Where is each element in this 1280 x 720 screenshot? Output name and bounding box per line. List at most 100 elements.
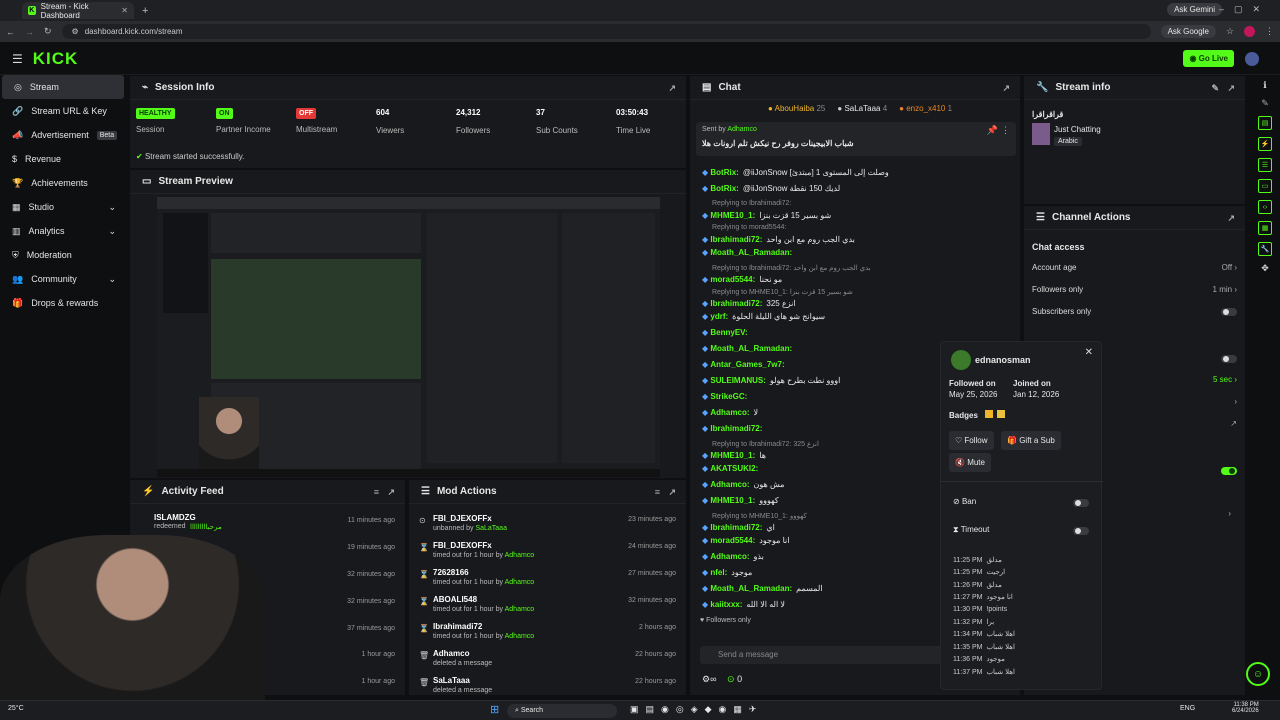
go-live-button[interactable]: ◉ Go Live — [1183, 50, 1234, 67]
timeout-toggle[interactable] — [1073, 526, 1089, 535]
kick-logo[interactable]: KICK — [33, 49, 79, 69]
chat-username[interactable]: MHME10_1: — [710, 496, 755, 505]
chat-username[interactable]: SULEIMANUS: — [710, 376, 766, 385]
pinned-user[interactable]: Adhamco — [727, 126, 757, 133]
sidebar-item-analytics[interactable]: ▥ Analytics ⌄ — [0, 219, 126, 243]
wrench-icon[interactable]: 🔧 — [1258, 242, 1272, 256]
back-icon[interactable]: ← — [6, 27, 15, 37]
chat-username[interactable]: Adhamco: — [710, 408, 749, 417]
stream-preview-video[interactable] — [157, 197, 660, 477]
mod-target[interactable]: Adhamco — [433, 649, 469, 658]
pinned-apps-icon[interactable]: ▣▤◉◎◈◆◉▦✈ — [630, 704, 763, 715]
move-icon[interactable]: ✥ — [1261, 263, 1269, 274]
sidebar-item-stream-url-key[interactable]: 🔗 Stream URL & Key — [0, 99, 126, 123]
pin-icon[interactable]: 📌 — [987, 125, 998, 136]
sidebar-item-revenue[interactable]: $ Revenue — [0, 147, 126, 171]
sidebar-item-stream[interactable]: ◎ Stream — [2, 75, 124, 99]
subscribers-only-row[interactable]: Subscribers only — [1032, 307, 1237, 316]
slow-mode-row[interactable]: 5 sec › — [1213, 375, 1237, 384]
pencil-icon[interactable]: ✎ — [1261, 98, 1269, 109]
bolt-icon[interactable]: ⚡ — [1258, 137, 1272, 151]
bookmark-star-icon[interactable]: ☆ — [1226, 26, 1234, 37]
account-age-row[interactable]: Account age Off › — [1032, 263, 1237, 272]
ask-google-button[interactable]: Ask Google — [1160, 25, 1216, 38]
mod-target[interactable]: ABOALI548 — [433, 595, 477, 604]
chat-username[interactable]: morad5544: — [710, 536, 755, 545]
top-gifter[interactable]: ● SaLaTaaa 4 — [837, 104, 887, 113]
mod-target[interactable]: FBI_DJEXOFFx — [433, 541, 492, 550]
chat-username[interactable]: StrikeGC: — [710, 392, 747, 401]
category-name[interactable]: Just Chatting — [1054, 125, 1101, 134]
language-indicator[interactable]: ENG — [1180, 705, 1195, 712]
taskbar-search[interactable]: ⌕ Search — [507, 704, 617, 718]
chat-username[interactable]: ydrf: — [710, 312, 728, 321]
mod-actor[interactable]: Adhamco — [505, 579, 535, 586]
sidebar-item-drops-rewards[interactable]: 🎁 Drops & rewards — [0, 291, 126, 315]
expand-icon[interactable]: ↗ — [1002, 83, 1010, 94]
edit-icon[interactable]: ✎ — [1211, 83, 1219, 94]
mod-target[interactable]: SaLaTaaa — [433, 676, 470, 685]
expand-icon[interactable]: ↗ — [387, 487, 395, 498]
chat-username[interactable]: Adhamco: — [710, 480, 749, 489]
forward-icon[interactable]: → — [25, 27, 34, 37]
followers-only-row[interactable]: Followers only 1 min › — [1032, 285, 1237, 294]
mod-target[interactable]: FBI_DJEXOFFx — [433, 514, 492, 523]
support-bubble-icon[interactable]: ☺ — [1246, 662, 1270, 686]
chat-username[interactable]: Ibrahimadi72: — [710, 299, 762, 308]
mute-button[interactable]: 🔇 Mute — [949, 453, 991, 472]
settings-icon[interactable]: ⚙∞ — [702, 674, 716, 684]
list-icon[interactable]: ☰ — [1258, 158, 1272, 172]
info-icon[interactable]: ℹ — [1263, 80, 1266, 91]
ban-toggle[interactable] — [1073, 498, 1089, 507]
address-bar[interactable]: ⚙ dashboard.kick.com/stream — [61, 24, 1151, 39]
close-icon[interactable]: ✕ — [1085, 347, 1093, 358]
chat-username[interactable]: BotRix: — [710, 184, 738, 193]
windows-start-icon[interactable]: ⊞ — [490, 703, 499, 716]
mod-actor[interactable]: Adhamco — [505, 552, 535, 559]
chat-username[interactable]: Moath_AL_Ramadan: — [710, 344, 792, 353]
chat-username[interactable]: BennyEV: — [710, 328, 747, 337]
reload-icon[interactable]: ↻ — [44, 26, 52, 37]
chevron-right-icon[interactable]: › — [1234, 397, 1237, 406]
mod-actor[interactable]: SaLaTaaa — [475, 525, 507, 532]
chat-username[interactable]: Ibrahimadi72: — [710, 235, 762, 244]
ask-gemini-button[interactable]: Ask Gemini — [1167, 3, 1222, 16]
sidebar-item-achievements[interactable]: 🏆 Achievements — [0, 171, 126, 195]
new-tab-icon[interactable]: + — [142, 5, 148, 17]
subscribers-only-toggle[interactable] — [1221, 307, 1237, 316]
mod-actor[interactable]: Adhamco — [505, 633, 535, 640]
filter-icon[interactable]: ≡ — [655, 487, 660, 497]
user-name[interactable]: ednanosman — [975, 355, 1031, 365]
browser-menu-icon[interactable]: ⋮ — [1265, 26, 1274, 37]
chat-username[interactable]: Moath_AL_Ramadan: — [710, 248, 792, 257]
window-controls-icon[interactable]: –▢✕ — [1219, 4, 1270, 15]
hamburger-menu-icon[interactable]: ☰ — [12, 52, 23, 66]
code-icon[interactable]: ‹› — [1258, 200, 1272, 214]
sidebar-item-advertisement[interactable]: 📣 Advertisement Beta — [0, 123, 126, 147]
mod-target[interactable]: 72628166 — [433, 568, 469, 577]
mod-actor[interactable]: Adhamco — [505, 606, 535, 613]
chat-username[interactable]: Ibrahimadi72: — [710, 424, 762, 433]
expand-icon[interactable]: ↗ — [668, 487, 676, 498]
clock[interactable]: 11:38 PM 6/24/2026 — [1232, 702, 1259, 714]
close-tab-icon[interactable]: ✕ — [121, 6, 128, 15]
more-icon[interactable]: ⋮ — [1001, 125, 1010, 136]
chat-username[interactable]: Moath_AL_Ramadan: — [710, 584, 792, 593]
mod-target[interactable]: Ibrahimadi72 — [433, 622, 482, 631]
sidebar-item-studio[interactable]: ▦ Studio ⌄ — [0, 195, 126, 219]
expand-icon[interactable]: ↗ — [1227, 83, 1235, 94]
chevron-right-icon[interactable]: › — [1228, 509, 1231, 518]
layout-icon[interactable]: ▤ — [1258, 116, 1272, 130]
expand-icon[interactable]: ↗ — [668, 83, 676, 94]
top-gifter[interactable]: ● AbouHaiba 25 — [768, 104, 825, 113]
filter-icon[interactable]: ≡ — [374, 487, 379, 497]
emote-only-toggle[interactable] — [1221, 354, 1237, 363]
chat-icon[interactable]: ▭ — [1258, 179, 1272, 193]
chat-username[interactable]: Ibrahimadi72: — [710, 523, 762, 532]
feature-toggle[interactable] — [1221, 466, 1237, 475]
chat-username[interactable]: Antar_Games_7w7: — [710, 360, 784, 369]
chat-username[interactable]: morad5544: — [710, 275, 755, 284]
top-gifter[interactable]: ● enzo_x410 1 — [899, 104, 952, 113]
chat-username[interactable]: BotRix: — [710, 168, 738, 177]
external-link-icon[interactable]: ↗ — [1230, 419, 1237, 428]
